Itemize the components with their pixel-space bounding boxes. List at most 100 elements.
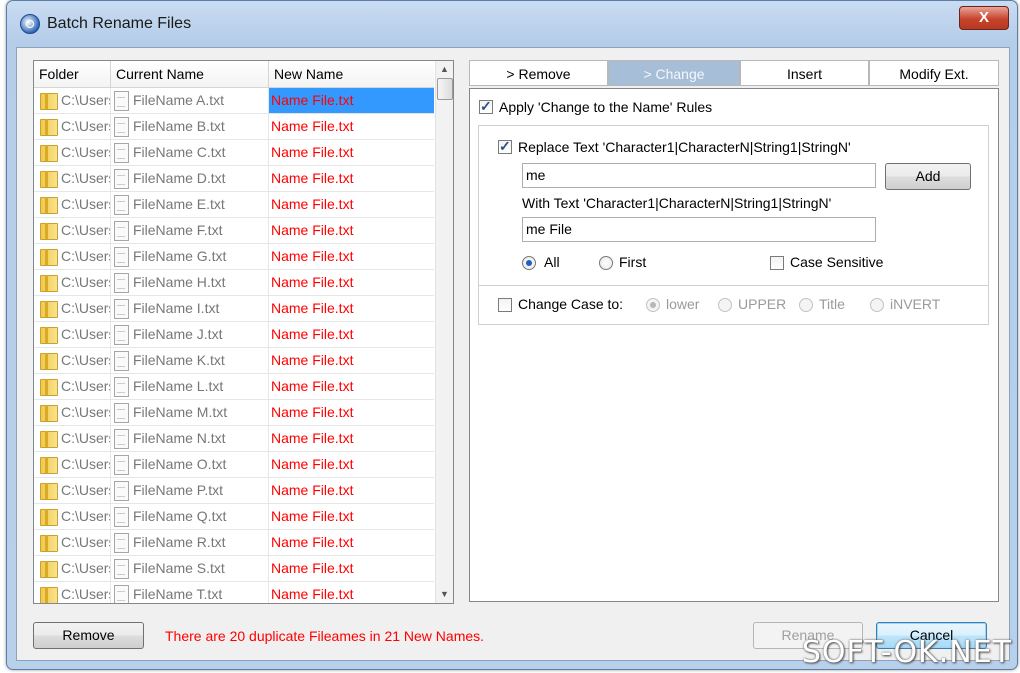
text-file-icon (114, 221, 129, 241)
table-row[interactable]: C:\Users FileName T.txt Name File.txt (34, 582, 434, 603)
text-file-icon (114, 455, 129, 475)
apply-rules-checkbox[interactable] (479, 98, 493, 115)
table-row[interactable]: C:\Users FileName S.txt Name File.txt (34, 556, 434, 582)
case-upper-radio[interactable] (718, 298, 732, 312)
text-file-icon (114, 351, 129, 371)
current-name: FileName R.txt (133, 534, 226, 550)
folder-icon (40, 223, 58, 240)
case-lower-radio[interactable] (646, 298, 660, 312)
change-case-checkbox[interactable] (498, 298, 512, 312)
add-button[interactable]: Add (885, 163, 971, 190)
table-row[interactable]: C:\Users FileName Q.txt Name File.txt (34, 504, 434, 530)
folder-cell: C:\Users (34, 88, 111, 113)
table-row[interactable]: C:\Users FileName L.txt Name File.txt (34, 374, 434, 400)
text-file-icon (114, 585, 129, 603)
text-file-icon (114, 403, 129, 423)
folder-cell: C:\Users (34, 218, 111, 243)
current-name-cell: FileName C.txt (111, 140, 269, 165)
folder-cell: C:\Users (34, 452, 111, 477)
current-name: FileName S.txt (133, 560, 225, 576)
folder-icon (40, 353, 58, 370)
folder-cell: C:\Users (34, 296, 111, 321)
current-name-cell: FileName B.txt (111, 114, 269, 139)
folder-icon (40, 587, 58, 603)
column-header-current-name[interactable]: Current Name (111, 61, 269, 87)
folder-path: C:\Users (61, 118, 111, 134)
folder-path: C:\Users (61, 560, 111, 576)
folder-cell: C:\Users (34, 530, 111, 555)
list-scrollbar[interactable]: ▲ ▼ (435, 61, 453, 603)
table-row[interactable]: C:\Users FileName E.txt Name File.txt (34, 192, 434, 218)
scroll-up-arrow-icon[interactable]: ▲ (436, 61, 453, 78)
change-case-label: Change Case to: (518, 296, 624, 312)
folder-path: C:\Users (61, 170, 111, 186)
folder-cell: C:\Users (34, 166, 111, 191)
table-row[interactable]: C:\Users FileName P.txt Name File.txt (34, 478, 434, 504)
replace-text-checkbox[interactable] (498, 138, 512, 155)
tab-change[interactable]: > Change (608, 60, 740, 86)
column-header-new-name[interactable]: New Name (269, 61, 434, 87)
text-file-icon (114, 299, 129, 319)
current-name: FileName E.txt (133, 196, 225, 212)
table-row[interactable]: C:\Users FileName R.txt Name File.txt (34, 530, 434, 556)
case-sensitive-checkbox[interactable] (770, 256, 784, 270)
tab-insert[interactable]: Insert (740, 60, 869, 86)
table-row[interactable]: C:\Users FileName D.txt Name File.txt (34, 166, 434, 192)
folder-icon (40, 457, 58, 474)
current-name-cell: FileName J.txt (111, 322, 269, 347)
title-bar[interactable]: Batch Rename Files X (7, 1, 1017, 47)
current-name: FileName G.txt (133, 248, 227, 264)
folder-path: C:\Users (61, 404, 111, 420)
current-name: FileName Q.txt (133, 508, 227, 524)
folder-cell: C:\Users (34, 400, 111, 425)
with-text-input[interactable]: me File (522, 217, 876, 242)
table-row[interactable]: C:\Users FileName M.txt Name File.txt (34, 400, 434, 426)
magnifier-app-icon (20, 14, 40, 34)
table-row[interactable]: C:\Users FileName B.txt Name File.txt (34, 114, 434, 140)
current-name: FileName K.txt (133, 352, 225, 368)
folder-icon (40, 145, 58, 162)
current-name: FileName M.txt (133, 404, 228, 420)
replace-text-input[interactable]: me (522, 163, 876, 188)
folder-icon (40, 119, 58, 136)
table-row[interactable]: C:\Users FileName H.txt Name File.txt (34, 270, 434, 296)
text-file-icon (114, 559, 129, 579)
with-text-label: With Text 'Character1|CharacterN|String1… (522, 195, 832, 211)
table-row[interactable]: C:\Users FileName I.txt Name File.txt (34, 296, 434, 322)
text-file-icon (114, 533, 129, 553)
text-file-icon (114, 195, 129, 215)
remove-button[interactable]: Remove (33, 622, 144, 649)
table-row[interactable]: C:\Users FileName C.txt Name File.txt (34, 140, 434, 166)
current-name: FileName P.txt (133, 482, 223, 498)
table-row[interactable]: C:\Users FileName K.txt Name File.txt (34, 348, 434, 374)
table-row[interactable]: C:\Users FileName N.txt Name File.txt (34, 426, 434, 452)
current-name: FileName O.txt (133, 456, 227, 472)
current-name-cell: FileName N.txt (111, 426, 269, 451)
close-button[interactable]: X (959, 6, 1009, 30)
scroll-thumb[interactable] (437, 78, 453, 100)
folder-path: C:\Users (61, 352, 111, 368)
case-title-radio[interactable] (799, 298, 813, 312)
table-row[interactable]: C:\Users FileName J.txt Name File.txt (34, 322, 434, 348)
current-name-cell: FileName T.txt (111, 582, 269, 603)
current-name: FileName H.txt (133, 274, 226, 290)
scroll-down-arrow-icon[interactable]: ▼ (436, 586, 453, 603)
scope-first-radio[interactable] (599, 256, 613, 270)
folder-cell: C:\Users (34, 374, 111, 399)
scope-all-radio[interactable] (522, 256, 536, 270)
folder-path: C:\Users (61, 378, 111, 394)
column-header-folder[interactable]: Folder (34, 61, 111, 87)
table-row[interactable]: C:\Users FileName G.txt Name File.txt (34, 244, 434, 270)
folder-path: C:\Users (61, 534, 111, 550)
table-row[interactable]: C:\Users FileName O.txt Name File.txt (34, 452, 434, 478)
folder-icon (40, 379, 58, 396)
current-name: FileName A.txt (133, 92, 225, 108)
folder-path: C:\Users (61, 508, 111, 524)
tab-remove[interactable]: > Remove (469, 60, 608, 86)
folder-path: C:\Users (61, 196, 111, 212)
case-invert-radio[interactable] (870, 298, 884, 312)
tab-modify-ext[interactable]: Modify Ext. (869, 60, 999, 86)
table-row[interactable]: C:\Users FileName F.txt Name File.txt (34, 218, 434, 244)
table-row[interactable]: C:\Users FileName A.txt Name File.txt (34, 88, 434, 114)
file-list[interactable]: Folder Current Name New Name C:\Users Fil… (33, 60, 454, 604)
